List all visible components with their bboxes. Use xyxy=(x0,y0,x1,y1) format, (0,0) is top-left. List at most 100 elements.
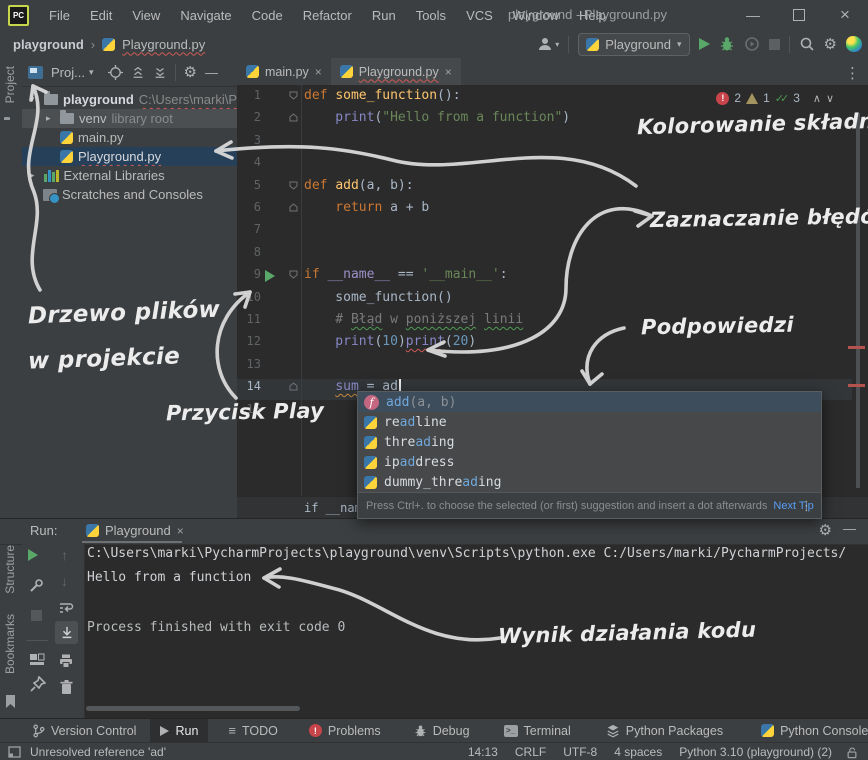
rerun-button[interactable] xyxy=(28,549,38,561)
fold-marker[interactable] xyxy=(289,113,298,122)
search-everywhere-icon[interactable] xyxy=(799,36,815,52)
close-button[interactable]: × xyxy=(822,0,868,30)
python-interpreter[interactable]: Python 3.10 (playground) (2) xyxy=(679,745,832,759)
popup-options-kebab-icon[interactable]: ⋮ xyxy=(800,498,813,514)
user-account-icon[interactable]: ▾ xyxy=(537,36,559,52)
layout-icon[interactable] xyxy=(29,651,45,667)
error-stripe-mark[interactable] xyxy=(848,346,865,349)
close-tab-icon[interactable]: × xyxy=(315,65,322,79)
tool-tab-project[interactable]: Project xyxy=(3,66,17,103)
editor-scrollbar[interactable] xyxy=(856,113,860,488)
menu-edit[interactable]: Edit xyxy=(80,8,122,23)
tab-main-py[interactable]: main.py × xyxy=(237,58,331,85)
console-hscrollbar[interactable] xyxy=(86,706,300,711)
tool-tab-structure[interactable]: Structure xyxy=(3,545,17,594)
menu-tools[interactable]: Tools xyxy=(406,8,456,23)
up-stacktrace-icon[interactable]: ↑ xyxy=(61,548,68,562)
breadcrumb-project[interactable]: playground xyxy=(13,37,84,52)
inspections-widget[interactable]: ! 2 1 ✓✓ 3 ∧ ∨ xyxy=(716,91,834,105)
next-problem-icon[interactable]: ∨ xyxy=(826,92,834,105)
project-view-select[interactable]: Proj...▾ xyxy=(51,65,94,80)
error-stripe-mark[interactable] xyxy=(848,384,865,387)
toolwindow-run[interactable]: Run xyxy=(150,719,208,743)
completion-item-readline[interactable]: readline xyxy=(358,412,821,432)
line-separator[interactable]: CRLF xyxy=(515,745,546,759)
toolwindow-terminal[interactable]: >_ Terminal xyxy=(498,719,577,743)
menu-run[interactable]: Run xyxy=(362,8,406,23)
close-run-tab-icon[interactable]: × xyxy=(177,524,184,538)
run-tab-playground[interactable]: Playground × xyxy=(86,523,184,538)
run-tab-label: Playground xyxy=(105,523,171,538)
file-encoding[interactable]: UTF-8 xyxy=(563,745,597,759)
caret-position[interactable]: 14:13 xyxy=(468,745,498,759)
tool-tab-bookmarks[interactable]: Bookmarks xyxy=(3,614,17,674)
toolwindow-label: Python Console xyxy=(780,724,868,738)
fold-marker[interactable] xyxy=(289,181,298,190)
tree-item-scratches[interactable]: Scratches and Consoles xyxy=(22,185,258,204)
tab-playground-py[interactable]: Playground.py × xyxy=(331,58,461,88)
code-token: def xyxy=(304,178,335,193)
locate-file-icon[interactable] xyxy=(108,65,123,80)
toolwindow-debug[interactable]: Debug xyxy=(408,719,476,743)
completion-item-threading[interactable]: threading xyxy=(358,432,821,452)
tree-item-external-libraries[interactable]: ▸ External Libraries xyxy=(22,166,245,185)
fold-marker[interactable] xyxy=(289,270,298,279)
toolwindow-problems[interactable]: ! Problems xyxy=(303,719,387,743)
debug-button[interactable] xyxy=(719,36,735,52)
collapse-all-icon[interactable] xyxy=(153,65,167,79)
expand-all-icon[interactable] xyxy=(131,65,145,79)
completion-match: ad xyxy=(400,455,416,470)
menu-view[interactable]: View xyxy=(122,8,170,23)
profiler-button[interactable] xyxy=(744,36,760,52)
fold-marker[interactable] xyxy=(289,91,298,100)
fold-marker[interactable] xyxy=(289,203,298,212)
completion-item-ipaddress[interactable]: ipaddress xyxy=(358,452,821,472)
print-icon[interactable] xyxy=(58,653,74,669)
code-token: print xyxy=(304,110,374,125)
prev-problem-icon[interactable]: ∧ xyxy=(813,92,821,105)
menu-navigate[interactable]: Navigate xyxy=(170,8,241,23)
tree-item-playground[interactable]: ▾ playground C:\Users\marki\Pych xyxy=(22,90,245,109)
chevron-collapsed-icon: ▸ xyxy=(46,113,55,124)
maximize-button[interactable] xyxy=(776,0,822,30)
settings-gear-icon[interactable]: ⚙ xyxy=(824,37,837,52)
run-button[interactable] xyxy=(699,38,710,50)
menu-file[interactable]: File xyxy=(39,8,80,23)
completion-item-dummy-threading[interactable]: dummy_threading xyxy=(358,472,821,492)
wrench-icon[interactable] xyxy=(28,578,44,594)
editor-options-kebab-icon[interactable]: ⋮ xyxy=(845,64,860,82)
hide-panel-icon[interactable]: — xyxy=(205,65,218,80)
down-stacktrace-icon[interactable]: ↓ xyxy=(61,574,68,588)
menu-refactor[interactable]: Refactor xyxy=(293,8,362,23)
pin-icon[interactable] xyxy=(30,676,46,692)
soft-wrap-icon[interactable] xyxy=(58,600,75,616)
line-number: 3 xyxy=(237,133,261,147)
stop-button-disabled[interactable] xyxy=(31,610,42,621)
trash-icon[interactable] xyxy=(59,679,74,695)
breadcrumb-file[interactable]: Playground.py xyxy=(122,37,205,52)
indent-style[interactable]: 4 spaces xyxy=(614,745,662,759)
completion-item-add[interactable]: f add(a, b) xyxy=(358,392,821,412)
run-configuration-select[interactable]: Playground ▾ xyxy=(578,33,689,56)
tool-windows-toggle-icon[interactable] xyxy=(8,746,21,758)
toolwindow-todo[interactable]: ≡ TODO xyxy=(222,719,283,743)
stop-button[interactable] xyxy=(769,39,780,50)
minimize-button[interactable]: — xyxy=(730,0,776,30)
toolwindow-python-packages[interactable]: Python Packages xyxy=(600,719,729,743)
project-settings-gear-icon[interactable]: ⚙ xyxy=(184,65,197,80)
lock-icon[interactable] xyxy=(846,746,858,759)
fold-marker[interactable] xyxy=(289,382,298,391)
hide-run-panel-icon[interactable]: — xyxy=(843,521,856,536)
close-tab-icon[interactable]: × xyxy=(445,65,452,79)
scroll-to-end-icon[interactable] xyxy=(55,621,78,644)
run-settings-gear-icon[interactable]: ⚙ xyxy=(819,523,832,538)
toolwindow-version-control[interactable]: Version Control xyxy=(26,719,142,743)
toolwindow-python-console[interactable]: Python Console xyxy=(755,719,868,743)
code-token: if xyxy=(304,267,327,282)
chevron-down-icon: ▾ xyxy=(677,39,682,50)
run-line-play-icon[interactable] xyxy=(265,270,275,282)
learn-plugin-icon[interactable] xyxy=(846,36,862,52)
tree-item-venv[interactable]: ▸ venv library root xyxy=(22,109,261,128)
menu-code[interactable]: Code xyxy=(242,8,293,23)
menu-vcs[interactable]: VCS xyxy=(456,8,503,23)
